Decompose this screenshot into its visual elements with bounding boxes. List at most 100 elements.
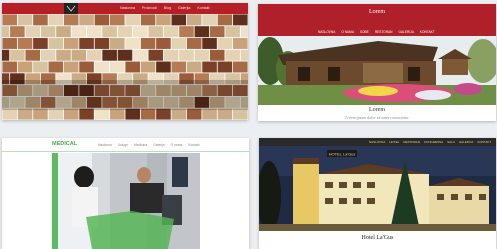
template-thumbnail-medical[interactable]: MEDICAL Naslovna Usluge Medicina Galerij… xyxy=(2,138,249,249)
wood-block xyxy=(140,37,156,49)
wood-block xyxy=(156,14,171,26)
wood-block xyxy=(217,14,233,26)
nav-item[interactable]: O NAMA xyxy=(341,30,354,34)
wood-block xyxy=(48,61,64,73)
wood-block xyxy=(102,49,117,61)
wood-block xyxy=(94,61,110,73)
wood-block xyxy=(179,26,194,38)
nav-item[interactable]: Usluge xyxy=(118,143,128,147)
site-title: Hotel La'Gus xyxy=(361,235,394,241)
nav-item[interactable]: Medicina xyxy=(134,143,147,147)
wood-block xyxy=(225,26,240,38)
wood-block xyxy=(140,14,156,26)
wood-block xyxy=(194,26,210,38)
nav-item[interactable]: GALERIJA xyxy=(459,140,474,144)
nav-item[interactable]: KONGRESNA xyxy=(424,140,443,144)
nav-item[interactable]: Galerija xyxy=(178,6,190,10)
nav-item[interactable]: O nama xyxy=(171,143,183,147)
wood-block xyxy=(110,61,125,73)
top-nav: Naslovna Usluge Medicina Galerija O nama… xyxy=(98,143,249,147)
wood-block xyxy=(148,26,164,38)
wood-block xyxy=(133,49,148,61)
wood-block xyxy=(2,61,17,73)
nav-item[interactable]: Proizvodi xyxy=(142,6,157,10)
template-thumbnail-wood[interactable]: Naslovna Proizvodi Blog Galerija Kontakt xyxy=(2,3,248,120)
wood-block xyxy=(40,49,56,61)
image-overlay-band xyxy=(2,80,248,110)
wood-block xyxy=(2,37,17,49)
wood-block xyxy=(186,37,202,49)
wood-block xyxy=(102,26,117,38)
wood-block xyxy=(125,108,140,120)
nav-item[interactable]: SOBE xyxy=(360,30,369,34)
nav-item[interactable]: Blog xyxy=(164,6,171,10)
header-divider xyxy=(2,151,249,152)
section-title: Lorem xyxy=(369,107,385,113)
nav-item[interactable]: HOTEL xyxy=(389,140,399,144)
wood-block xyxy=(202,61,217,73)
wood-block xyxy=(171,37,187,49)
wood-block xyxy=(140,61,156,73)
wood-block xyxy=(25,26,41,38)
wood-block xyxy=(217,37,233,49)
header-bar: Lorem xyxy=(258,4,496,25)
wood-block xyxy=(171,108,187,120)
wood-block xyxy=(79,108,94,120)
wood-block xyxy=(71,49,87,61)
nav-item[interactable]: Galerija xyxy=(153,143,164,147)
site-title: Lorem xyxy=(369,9,385,15)
wood-block xyxy=(94,37,110,49)
nav-item[interactable]: Kontakt xyxy=(188,143,199,147)
wood-block xyxy=(86,26,102,38)
wood-block xyxy=(110,14,125,26)
wood-block xyxy=(48,108,64,120)
wood-block xyxy=(171,14,187,26)
hotel-sign: HOTEL La'Gus xyxy=(329,151,356,156)
hotel-building-image: HOTEL La'Gus xyxy=(259,146,496,231)
wood-block xyxy=(125,37,140,49)
wood-block xyxy=(186,61,202,73)
wood-block xyxy=(217,108,233,120)
wood-block xyxy=(86,49,102,61)
wood-block xyxy=(125,61,140,73)
wood-block xyxy=(202,37,217,49)
wood-block xyxy=(202,14,217,26)
nav-item[interactable]: KONTAKT xyxy=(420,30,435,34)
nav-item[interactable]: GALERIJA xyxy=(398,30,413,34)
wood-block xyxy=(71,26,87,38)
top-nav: NASLOVNA O NAMA SOBE RESTORAN GALERIJA K… xyxy=(318,30,496,34)
wood-block xyxy=(2,49,10,61)
wood-block xyxy=(33,14,48,26)
wood-block xyxy=(133,26,148,38)
wood-block xyxy=(48,14,64,26)
wood-block xyxy=(10,49,25,61)
nav-item[interactable]: Naslovna xyxy=(120,6,135,10)
wood-block xyxy=(94,108,110,120)
nav-item[interactable]: NASLOVNA xyxy=(318,30,335,34)
wood-block xyxy=(156,61,171,73)
wood-block xyxy=(194,49,210,61)
nav-item[interactable]: Kontakt xyxy=(197,6,209,10)
wood-block xyxy=(33,61,48,73)
template-thumbnail-country-house[interactable]: Lorem NASLOVNA O NAMA SOBE RESTORAN GALE… xyxy=(258,4,496,121)
wood-block xyxy=(233,14,248,26)
wood-block xyxy=(79,61,94,73)
nav-item[interactable]: SALA xyxy=(447,140,455,144)
wood-block xyxy=(10,26,25,38)
nav-item[interactable]: KONTAKT xyxy=(477,140,491,144)
wood-block xyxy=(2,14,17,26)
wood-block xyxy=(110,37,125,49)
wood-block xyxy=(156,108,171,120)
nav-item[interactable]: NASLOVNA xyxy=(369,140,385,144)
nav-item[interactable]: RESTORAN xyxy=(375,30,393,34)
wood-block xyxy=(240,49,248,61)
nav-item[interactable]: Naslovna xyxy=(98,143,112,147)
wood-block xyxy=(33,108,48,120)
wood-block xyxy=(110,108,125,120)
wood-block xyxy=(94,14,110,26)
template-thumbnail-hotel[interactable]: NASLOVNA HOTEL RESTORAN KONGRESNA SALA G… xyxy=(259,138,496,249)
wood-block xyxy=(233,61,248,73)
wood-block xyxy=(63,108,79,120)
logo xyxy=(64,3,78,14)
nav-item[interactable]: RESTORAN xyxy=(403,140,420,144)
